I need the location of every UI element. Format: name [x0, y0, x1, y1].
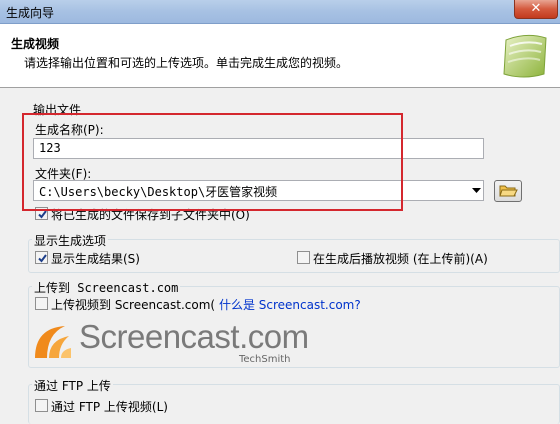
screencast-swirl-icon — [35, 326, 71, 358]
screencast-group-label: 上传到 Screencast.com — [32, 279, 181, 296]
close-button[interactable]: ✕ — [514, 0, 558, 19]
techsmith-logo-text: TechSmith — [239, 354, 291, 365]
show-results-label[interactable]: 显示生成结果(S) — [51, 250, 140, 267]
play-after-checkbox[interactable] — [297, 251, 310, 264]
window-title: 生成向导 — [6, 6, 55, 20]
ftp-upload-label[interactable]: 通过 FTP 上传视频(L) — [51, 398, 168, 415]
checkmark-icon — [38, 254, 47, 263]
display-options-group-label: 显示生成选项 — [32, 232, 109, 249]
highlight-annotation — [22, 113, 403, 211]
browse-folder-button[interactable] — [494, 180, 522, 202]
chevron-down-icon[interactable] — [472, 186, 481, 195]
camtasia-logo-icon — [503, 34, 547, 78]
play-after-label[interactable]: 在生成后播放视频 (在上传前)(A) — [313, 250, 488, 267]
screencast-logo: Screencast.com TechSmith — [31, 314, 309, 370]
folder-open-icon — [499, 185, 518, 197]
close-icon: ✕ — [530, 1, 542, 16]
wizard-header: 生成视频 请选择输出位置和可选的上传选项。单击完成生成您的视频。 — [0, 24, 560, 88]
what-is-screencast-link[interactable]: 什么是 Screencast.com? — [219, 298, 361, 312]
screencast-logo-text: Screencast.com — [79, 318, 309, 355]
title-bar: 生成向导 ✕ — [0, 0, 560, 24]
ftp-upload-checkbox[interactable] — [35, 399, 48, 412]
ftp-group-label: 通过 FTP 上传 — [32, 377, 113, 394]
show-results-checkbox[interactable] — [35, 251, 48, 264]
upload-screencast-label[interactable]: 上传视频到 Screencast.com( 什么是 Screencast.com… — [51, 296, 361, 313]
page-title: 生成视频 — [11, 37, 60, 51]
page-subtitle: 请选择输出位置和可选的上传选项。单击完成生成您的视频。 — [24, 56, 349, 70]
upload-screencast-checkbox[interactable] — [35, 297, 48, 310]
